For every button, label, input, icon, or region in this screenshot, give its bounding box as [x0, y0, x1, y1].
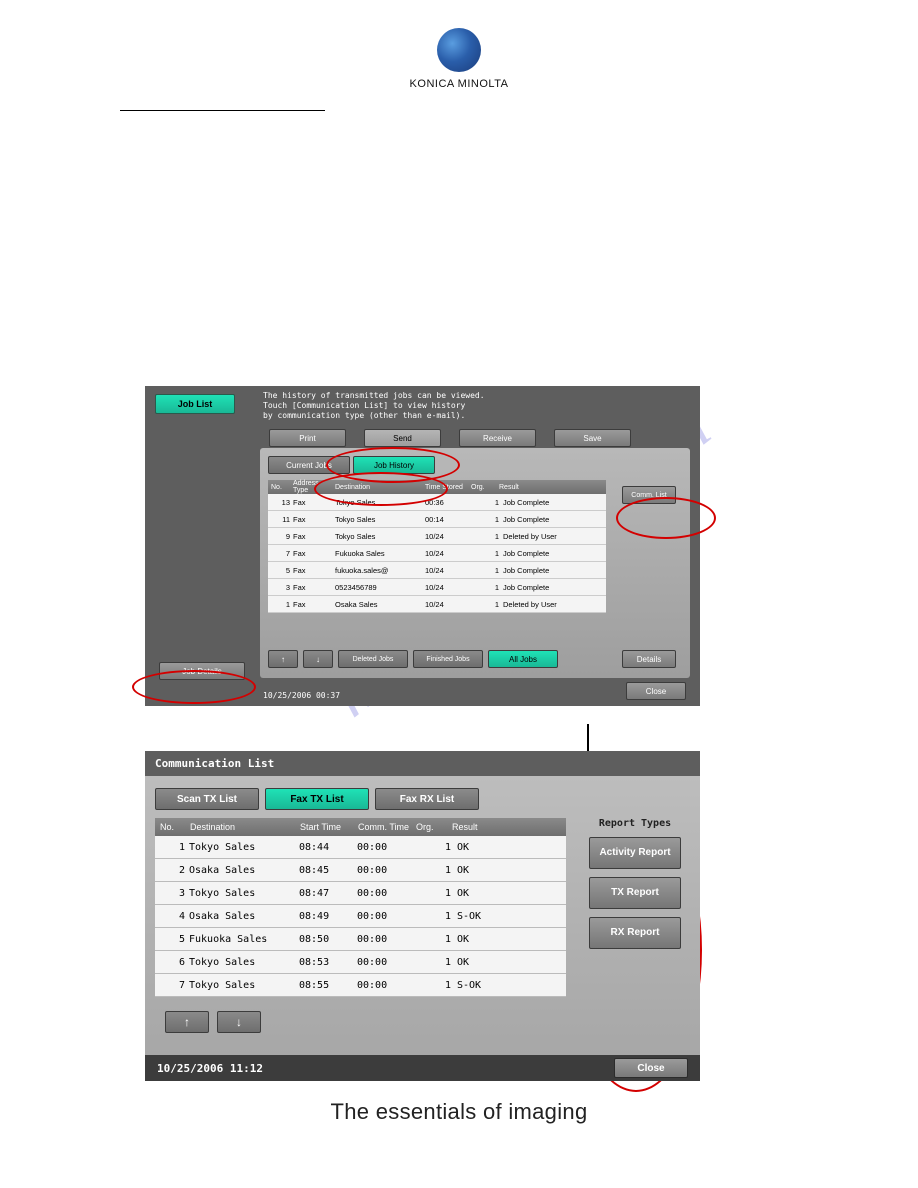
table-row[interactable]: 3Fax052345678910/241Job Complete: [268, 579, 606, 596]
logo-globe-icon: [437, 28, 481, 72]
tab-send[interactable]: Send: [364, 429, 441, 447]
brand-logo: KONICA MINOLTA: [0, 0, 918, 90]
tab-print[interactable]: Print: [269, 429, 346, 447]
job-details-button[interactable]: Job Details: [159, 662, 245, 680]
col-destination: Destination: [190, 822, 300, 832]
col-result: Result: [499, 484, 599, 491]
tagline: The essentials of imaging: [0, 1099, 918, 1125]
screen-message: The history of transmitted jobs can be v…: [263, 391, 485, 421]
tab-save[interactable]: Save: [554, 429, 631, 447]
close-button[interactable]: Close: [614, 1058, 688, 1078]
close-button[interactable]: Close: [626, 682, 686, 700]
filter-row: ↑ ↓ Deleted Jobs Finished Jobs All Jobs: [268, 650, 558, 668]
report-types-title: Report Types: [580, 818, 690, 829]
activity-report-button[interactable]: Activity Report: [589, 837, 681, 869]
subtab-job-history[interactable]: Job History: [353, 456, 435, 474]
comm-list-button[interactable]: Comm. List: [622, 486, 676, 504]
communication-list-screen: Communication List Scan TX List Fax TX L…: [145, 751, 700, 1081]
timestamp: 10/25/2006 11:12: [157, 1062, 263, 1075]
scroll-down-button[interactable]: ↓: [217, 1011, 261, 1033]
screen-footer: 10/25/2006 11:12 Close: [145, 1055, 700, 1081]
job-history-panel: Current Jobs Job History No. Address Typ…: [260, 448, 690, 678]
col-comm-time: Comm. Time: [358, 822, 416, 832]
table-row[interactable]: 9FaxTokyo Sales10/241Deleted by User: [268, 528, 606, 545]
col-no: No.: [268, 484, 293, 491]
tx-report-button[interactable]: TX Report: [589, 877, 681, 909]
timestamp: 10/25/2006 00:37: [263, 691, 340, 700]
sub-tabs: Current Jobs Job History: [268, 456, 435, 474]
table-header: No. Address Type Destination Time Stored…: [268, 480, 606, 494]
table-header: No. Destination Start Time Comm. Time Or…: [155, 818, 566, 836]
details-button[interactable]: Details: [622, 650, 676, 668]
col-destination: Destination: [335, 484, 425, 491]
tab-fax-tx[interactable]: Fax TX List: [265, 788, 369, 810]
scroll-up-button[interactable]: ↑: [165, 1011, 209, 1033]
table-row[interactable]: 7Tokyo Sales08:5500:001S-OK: [155, 974, 566, 997]
category-tabs: Print Send Receive Save: [269, 429, 631, 447]
report-types-sidebar: Report Types Activity Report TX Report R…: [580, 818, 690, 1033]
col-result: Result: [452, 822, 532, 832]
table-row[interactable]: 5Fukuoka Sales08:5000:001OK: [155, 928, 566, 951]
table-row[interactable]: 5Faxfukuoka.sales@10/241Job Complete: [268, 562, 606, 579]
table-row[interactable]: 13FaxTokyo Sales00:361Job Complete: [268, 494, 606, 511]
screen-title: Communication List: [145, 751, 700, 776]
col-org: Org.: [416, 822, 452, 832]
scroll-down-button[interactable]: ↓: [303, 650, 333, 668]
col-no: No.: [155, 822, 190, 832]
table-row[interactable]: 1FaxOsaka Sales10/241Deleted by User: [268, 596, 606, 613]
col-address-type: Address Type: [293, 480, 335, 494]
rx-report-button[interactable]: RX Report: [589, 917, 681, 949]
table-row[interactable]: 3Tokyo Sales08:4700:001OK: [155, 882, 566, 905]
table-row[interactable]: 6Tokyo Sales08:5300:001OK: [155, 951, 566, 974]
brand-name: KONICA MINOLTA: [0, 78, 918, 90]
list-tabs: Scan TX List Fax TX List Fax RX List: [145, 776, 700, 818]
deleted-jobs-button[interactable]: Deleted Jobs: [338, 650, 408, 668]
col-time-stored: Time Stored: [425, 484, 471, 491]
table-row[interactable]: 11FaxTokyo Sales00:141Job Complete: [268, 511, 606, 528]
section-underline: [120, 108, 325, 111]
scroll-controls: ↑ ↓: [155, 997, 566, 1033]
table-row[interactable]: 4Osaka Sales08:4900:001S-OK: [155, 905, 566, 928]
table-row[interactable]: 7FaxFukuoka Sales10/241Job Complete: [268, 545, 606, 562]
subtab-current-jobs[interactable]: Current Jobs: [268, 456, 350, 474]
col-start-time: Start Time: [300, 822, 358, 832]
scroll-up-button[interactable]: ↑: [268, 650, 298, 668]
col-org: Org.: [471, 484, 499, 491]
tab-fax-rx[interactable]: Fax RX List: [375, 788, 479, 810]
table-row[interactable]: 1Tokyo Sales08:4400:001OK: [155, 836, 566, 859]
comm-list-table: No. Destination Start Time Comm. Time Or…: [155, 818, 566, 1033]
all-jobs-button[interactable]: All Jobs: [488, 650, 558, 668]
tab-receive[interactable]: Receive: [459, 429, 536, 447]
tab-scan-tx[interactable]: Scan TX List: [155, 788, 259, 810]
job-list-button[interactable]: Job List: [155, 394, 235, 414]
finished-jobs-button[interactable]: Finished Jobs: [413, 650, 483, 668]
table-row[interactable]: 2Osaka Sales08:4500:001OK: [155, 859, 566, 882]
job-history-table: No. Address Type Destination Time Stored…: [268, 480, 606, 613]
job-list-screen: Job List The history of transmitted jobs…: [145, 386, 700, 706]
